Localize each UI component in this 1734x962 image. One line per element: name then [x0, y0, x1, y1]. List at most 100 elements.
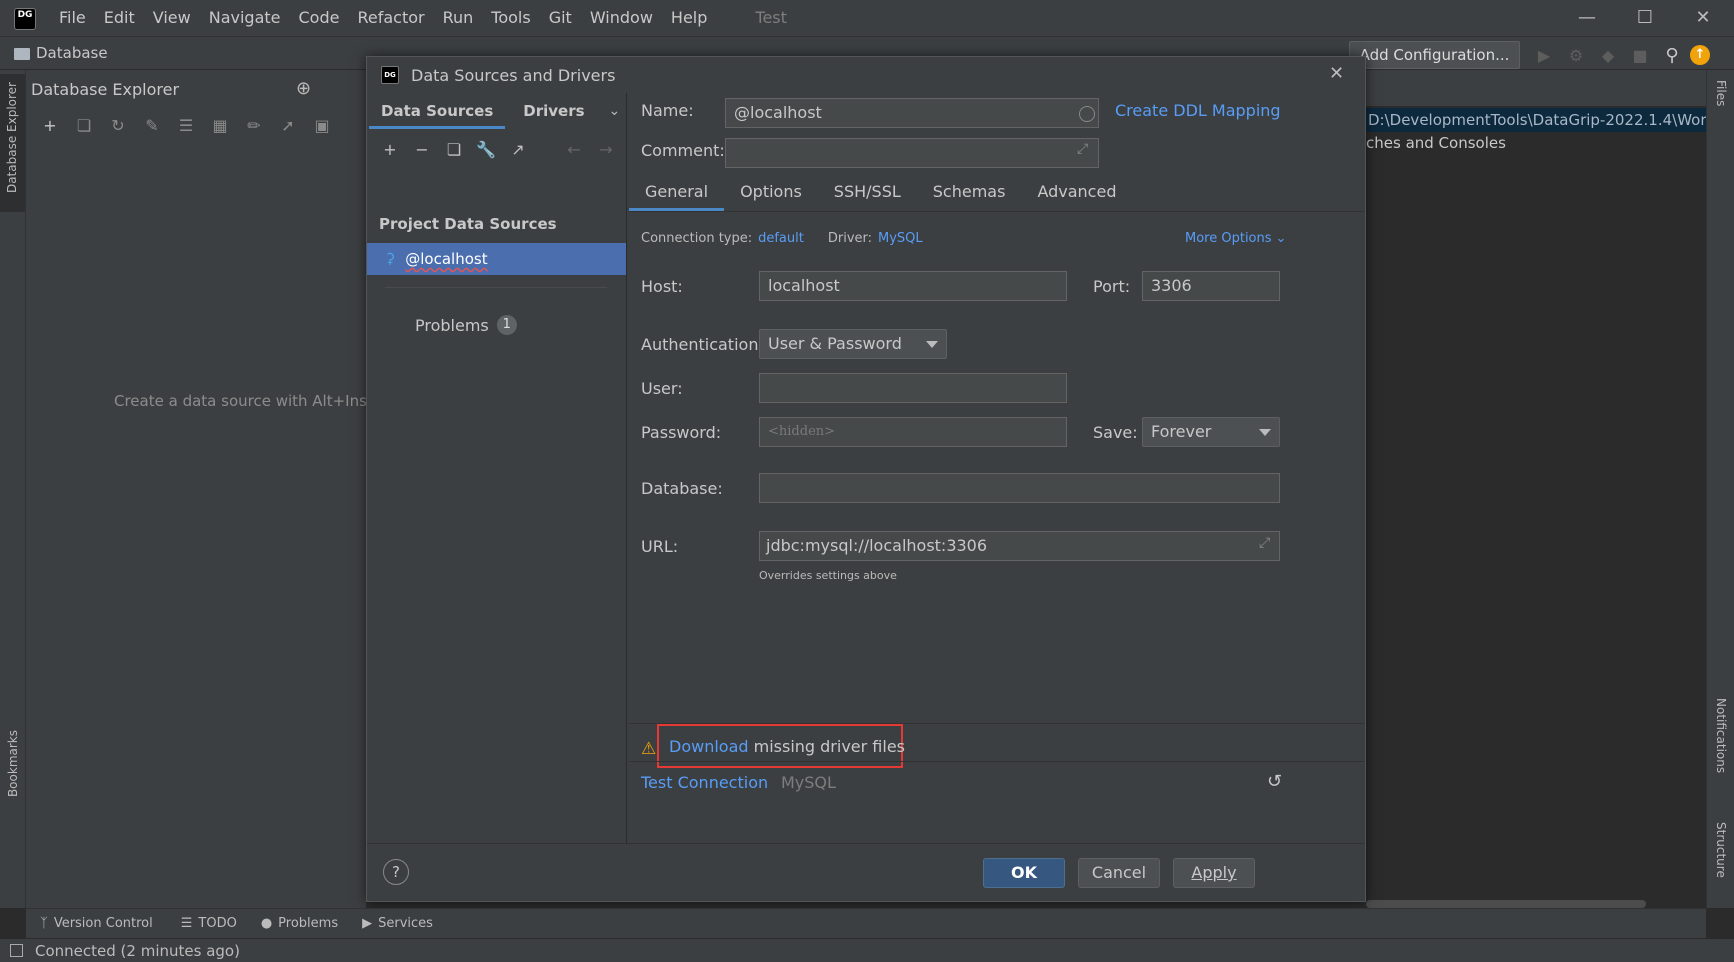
test-connection-link[interactable]: Test Connection	[641, 773, 768, 792]
wrench-icon[interactable]: 🔧	[473, 140, 499, 159]
forward-arrow-icon[interactable]: →	[593, 140, 619, 159]
locate-icon[interactable]: ⊕	[296, 78, 311, 99]
problems-tab[interactable]: ● Problems	[261, 916, 338, 931]
close-window-icon[interactable]: ✕	[1674, 0, 1732, 36]
connection-type-label: Connection type:	[641, 231, 753, 246]
maximize-icon[interactable]: ☐	[1616, 0, 1674, 36]
tab-data-sources[interactable]: Data Sources	[369, 93, 506, 129]
duplicate-icon[interactable]: ❏	[441, 140, 467, 159]
dialog-close-icon[interactable]: ✕	[1329, 63, 1344, 84]
help-button[interactable]: ?	[383, 859, 409, 885]
url-field[interactable]: jdbc:mysql://localhost:3306	[759, 531, 1280, 561]
table-icon[interactable]: ▦	[206, 116, 234, 135]
menu-run[interactable]: Run	[434, 0, 483, 36]
files-toolbar	[1366, 70, 1706, 106]
port-field[interactable]: 3306	[1142, 271, 1280, 301]
expand-comment-icon[interactable]: ⤢	[1077, 141, 1088, 157]
password-field[interactable]: <hidden>	[759, 417, 1067, 447]
tab-drivers[interactable]: Drivers	[511, 93, 596, 129]
data-sources-sidebar: Data Sources Drivers ⌄ + − ❏ 🔧 ↗ ← → Pro…	[367, 93, 627, 843]
status-square-icon[interactable]	[10, 944, 23, 957]
add-icon[interactable]: +	[36, 116, 64, 135]
create-ddl-mapping-link[interactable]: Create DDL Mapping	[1115, 101, 1281, 120]
search-icon[interactable]: ⚲	[1658, 45, 1686, 66]
back-arrow-icon[interactable]: ←	[561, 140, 587, 159]
add-datasource-icon[interactable]: +	[377, 140, 403, 159]
database-explorer-stripe-button[interactable]: Database Explorer	[0, 74, 25, 212]
editor-area: D:\DevelopmentTools\DataGrip-2022.1.4\Wo…	[1366, 70, 1706, 908]
edit-icon[interactable]: ✏	[240, 116, 268, 135]
ok-button[interactable]: OK	[983, 858, 1065, 888]
database-field[interactable]	[759, 473, 1280, 503]
left-tool-stripe: Database Explorer Bookmarks	[0, 70, 26, 908]
menu-window[interactable]: Window	[581, 0, 662, 36]
save-select[interactable]: Forever	[1142, 417, 1280, 447]
tab-advanced[interactable]: Advanced	[1021, 173, 1132, 211]
add-configuration-button[interactable]: Add Configuration...	[1349, 41, 1520, 69]
debug-icon[interactable]: ⚙	[1562, 46, 1590, 65]
expand-url-icon[interactable]: ⤢	[1259, 535, 1270, 551]
menu-refactor[interactable]: Refactor	[348, 0, 433, 36]
problems-item[interactable]: Problems 1	[415, 315, 517, 335]
tab-ssh-ssl[interactable]: SSH/SSL	[818, 173, 917, 211]
comment-field[interactable]	[725, 138, 1099, 168]
console-icon[interactable]: ▣	[308, 116, 336, 135]
files-stripe-label[interactable]: Files	[1714, 80, 1728, 106]
export-icon[interactable]: ↗	[505, 140, 531, 159]
horizontal-scrollbar[interactable]	[1366, 900, 1646, 908]
database-explorer-stripe-label: Database Explorer	[5, 82, 19, 194]
menu-edit[interactable]: Edit	[95, 0, 144, 36]
breadcrumb[interactable]: Database	[14, 44, 108, 62]
title-bar: DG File Edit View Navigate Code Refactor…	[0, 0, 1734, 36]
problems-label: Problems	[415, 315, 489, 335]
stack-icon[interactable]: ☰	[172, 116, 200, 135]
connection-type-link[interactable]: default	[758, 231, 804, 246]
version-control-tab[interactable]: ᛉ Version Control	[40, 916, 153, 931]
name-field[interactable]: @localhost	[725, 98, 1099, 128]
datasource-item-localhost[interactable]: ⚳ @localhost	[367, 243, 626, 275]
schema-icon[interactable]: ✎	[138, 116, 166, 135]
services-tab[interactable]: ▶ Services	[362, 916, 433, 931]
apply-button[interactable]: Apply	[1173, 858, 1255, 888]
remove-datasource-icon[interactable]: −	[409, 140, 435, 159]
jump-icon[interactable]: ➚	[274, 116, 302, 135]
more-options-link[interactable]: More Options ⌄	[1185, 231, 1286, 246]
menu-tools[interactable]: Tools	[482, 0, 539, 36]
menu-view[interactable]: View	[144, 0, 200, 36]
menu-code[interactable]: Code	[290, 0, 349, 36]
download-driver-link[interactable]: Download	[669, 737, 749, 756]
cancel-button[interactable]: Cancel	[1078, 858, 1160, 888]
more-options-label: More Options	[1185, 231, 1272, 246]
menu-help[interactable]: Help	[662, 0, 716, 36]
app-logo-icon: DG	[14, 8, 36, 30]
minimize-icon[interactable]: —	[1558, 0, 1616, 36]
bookmarks-stripe-label[interactable]: Bookmarks	[6, 730, 20, 797]
notifications-stripe-label[interactable]: Notifications	[1714, 698, 1728, 773]
tab-options[interactable]: Options	[724, 173, 818, 211]
host-field[interactable]: localhost	[759, 271, 1067, 301]
menu-git[interactable]: Git	[540, 0, 581, 36]
color-circle-icon[interactable]	[1079, 106, 1095, 122]
files-root-path[interactable]: D:\DevelopmentTools\DataGrip-2022.1.4\Wo…	[1366, 108, 1706, 132]
database-explorer-panel: Database Explorer ⊕ + ❏ ↻ ✎ ☰ ▦ ✏ ➚ ▣ Cr…	[26, 70, 382, 908]
authentication-label: Authentication:	[641, 335, 764, 354]
todo-tab[interactable]: ☰ TODO	[181, 916, 237, 931]
copy-icon[interactable]: ❏	[70, 116, 98, 135]
menu-navigate[interactable]: Navigate	[200, 0, 290, 36]
scratches-node[interactable]: ches and Consoles	[1366, 134, 1506, 152]
driver-link[interactable]: MySQL	[878, 231, 923, 246]
tab-general[interactable]: General	[629, 173, 725, 211]
coverage-icon[interactable]: ◆	[1594, 46, 1622, 65]
tab-schemas[interactable]: Schemas	[917, 173, 1022, 211]
chevron-down-icon[interactable]: ⌄	[609, 103, 621, 119]
stop-icon[interactable]: ■	[1626, 46, 1654, 65]
user-field[interactable]	[759, 373, 1067, 403]
menu-file[interactable]: File	[50, 0, 95, 36]
run-icon[interactable]: ▶	[1530, 46, 1558, 65]
authentication-select[interactable]: User & Password	[759, 329, 947, 359]
breadcrumb-database: Database	[36, 44, 108, 62]
reset-icon[interactable]: ↺	[1267, 771, 1282, 792]
update-icon[interactable]: ↑	[1690, 45, 1710, 65]
structure-stripe-label[interactable]: Structure	[1714, 822, 1728, 878]
refresh-icon[interactable]: ↻	[104, 116, 132, 135]
